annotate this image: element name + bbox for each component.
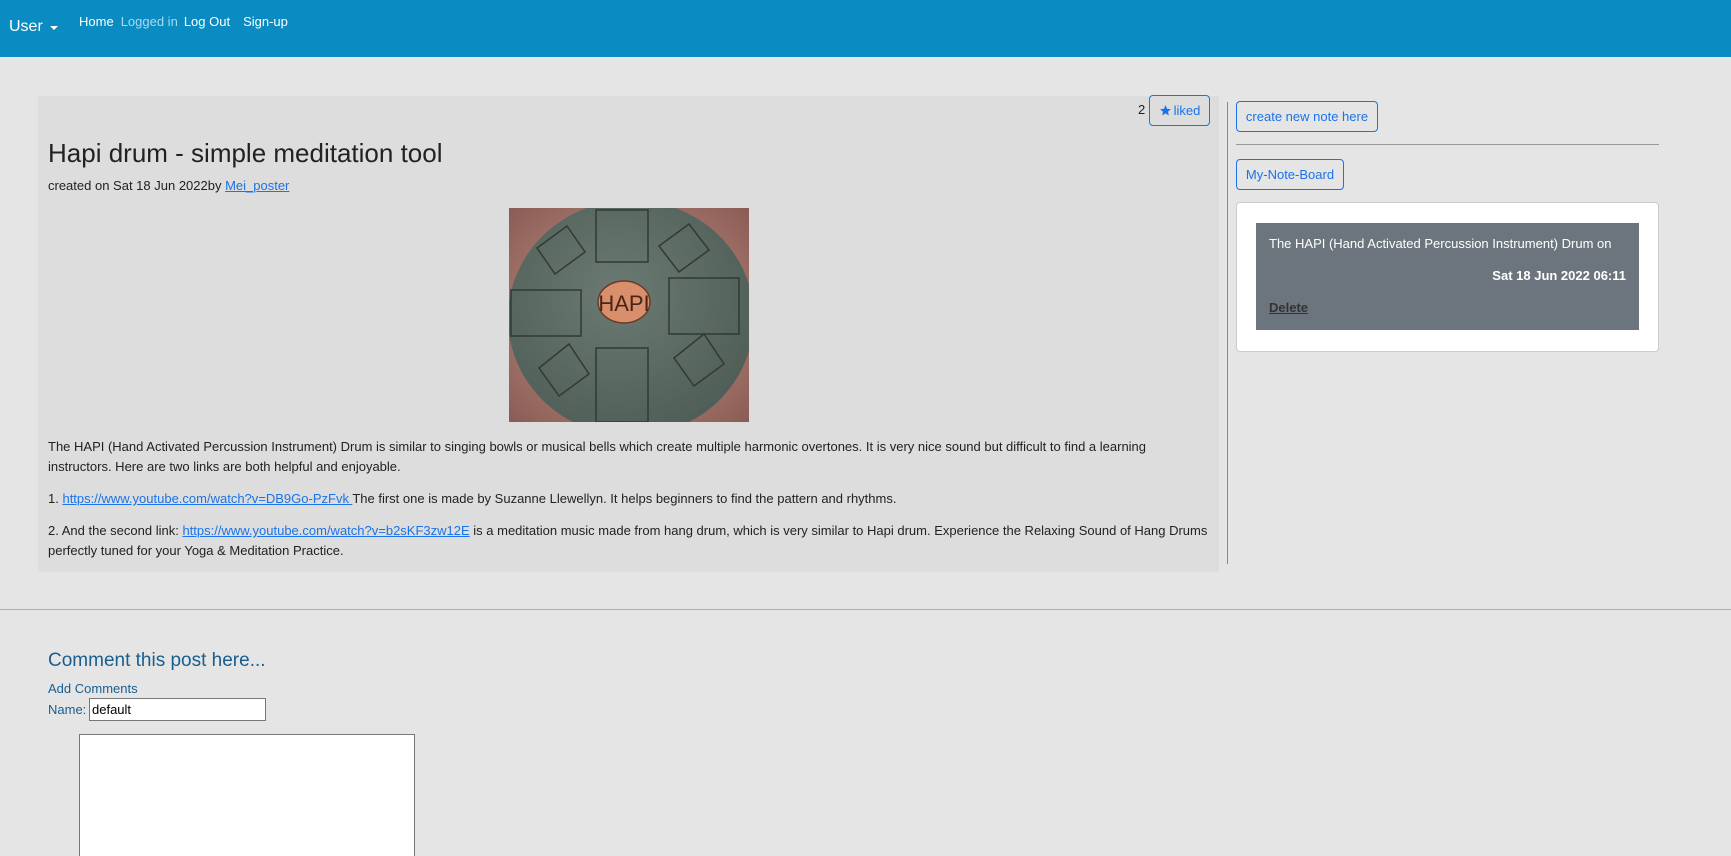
add-comments-label: Add Comments [48, 681, 138, 696]
nav-signup-link[interactable]: Sign-up [243, 14, 288, 29]
sidebar-separator [1236, 144, 1659, 145]
post-paragraph: The HAPI (Hand Activated Percussion Inst… [48, 439, 1147, 474]
nav-home-link[interactable]: Home [79, 14, 114, 29]
hapi-logo-text: HAPI [598, 291, 649, 316]
navbar: User Home Logged in Log Out Sign-up [0, 0, 1731, 57]
name-input[interactable] [89, 698, 266, 721]
nav-logged-in-status: Logged in [120, 14, 178, 29]
youtube-link-1[interactable]: https://www.youtube.com/watch?v=DB9Go-Pz… [62, 491, 352, 506]
post-list-item-2: 2. And the second link: https://www.yout… [48, 523, 1208, 558]
sidebar-divider [1227, 102, 1228, 564]
author-link[interactable]: Mei_poster [225, 178, 289, 193]
note-date: Sat 18 Jun 2022 06:11 [1492, 268, 1626, 283]
post-date: created on Sat 18 Jun 2022by [48, 178, 226, 193]
post-body: The HAPI (Hand Activated Percussion Inst… [48, 437, 1208, 573]
caret-down-icon [49, 26, 58, 30]
post-list-item-1: 1. https://www.youtube.com/watch?v=DB9Go… [48, 491, 897, 506]
user-dropdown-label: User [9, 18, 43, 35]
post-meta: created on Sat 18 Jun 2022by Mei_poster [48, 178, 289, 193]
youtube-link-2[interactable]: https://www.youtube.com/watch?v=b2sKF3zw… [182, 523, 469, 538]
like-count: 2 [1138, 102, 1146, 117]
nav-links: Home Logged in Log Out Sign-up [79, 14, 295, 29]
comment-textarea[interactable] [79, 734, 415, 856]
section-divider [0, 609, 1731, 610]
user-dropdown[interactable]: User [9, 18, 58, 36]
create-note-button[interactable]: create new note here [1236, 101, 1378, 132]
like-button[interactable]: liked [1149, 95, 1210, 126]
star-icon [1159, 105, 1171, 116]
hapi-drum-image: HAPI [509, 208, 749, 422]
like-button-label: liked [1173, 103, 1201, 118]
note-delete-link[interactable]: Delete [1269, 300, 1308, 315]
post-title: Hapi drum - simple meditation tool [48, 138, 443, 168]
name-label: Name: [48, 702, 87, 717]
note-board-button[interactable]: My-Note-Board [1236, 159, 1344, 190]
nav-logout-link[interactable]: Log Out [184, 14, 230, 29]
note-text: The HAPI (Hand Activated Percussion Inst… [1269, 236, 1612, 251]
comment-heading: Comment this post here... [48, 650, 266, 671]
note-card: The HAPI (Hand Activated Percussion Inst… [1256, 223, 1639, 330]
